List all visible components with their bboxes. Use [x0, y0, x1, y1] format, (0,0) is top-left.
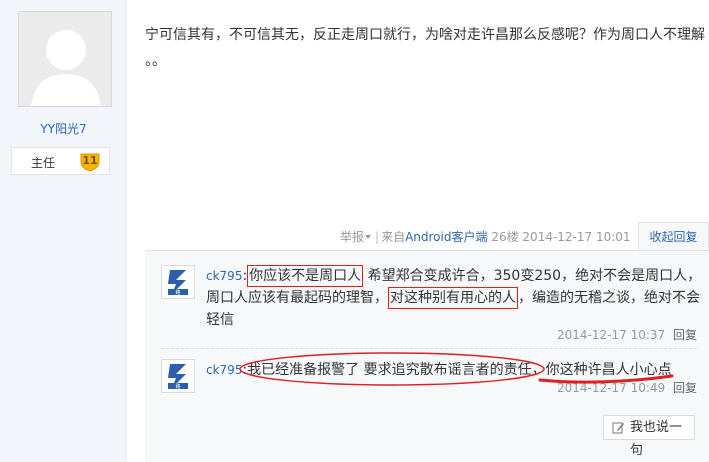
rank-label: 主任	[31, 156, 56, 170]
from-prefix: 来自	[381, 230, 406, 244]
pen-icon	[612, 422, 624, 434]
report-link[interactable]: 举报	[340, 230, 373, 244]
user-sidebar: YY阳光7 主任 11	[0, 0, 127, 462]
reply-list: 路 ck795: 你应该不是周口人 希望郑合变成许合，350变250，绝对不会是周…	[145, 250, 709, 462]
post-meta: 举报 | 来自Android客户端 26楼 2014-12-17 10:01	[340, 230, 631, 244]
svg-text:路: 路	[175, 383, 180, 390]
level-badge-icon: 11	[79, 150, 101, 172]
client-link[interactable]: Android客户端	[405, 230, 487, 244]
reply-avatar[interactable]: 路	[161, 359, 195, 393]
post-time: 2014-12-17 10:01	[522, 230, 631, 244]
reply-text: 我已经准备报警了 要求追究散布谣言者的责任，	[247, 362, 546, 378]
reply-time: 2014-12-17 10:37	[557, 328, 666, 342]
level-number: 11	[82, 154, 98, 167]
highlighted-phrase: 你应该不是周口人	[247, 265, 364, 287]
reply-divider	[161, 348, 697, 349]
reply-button[interactable]: 回复	[673, 381, 697, 395]
reply-username[interactable]: ck795	[206, 269, 242, 283]
reply-button[interactable]: 回复	[673, 328, 697, 342]
username-link[interactable]: YY阳光7	[0, 120, 127, 137]
reply-time: 2014-12-17 10:49	[557, 381, 666, 395]
reply-content: ck795:我已经准备报警了 要求追究散布谣言者的责任，你这种许昌人小心点	[206, 359, 706, 381]
reply-footer: 2014-12-17 10:49 回复	[557, 379, 697, 396]
user-rank: 主任 11	[11, 147, 110, 175]
reply-username[interactable]: ck795	[206, 363, 242, 377]
post-text-line1: 宁可信其有，不可信其无，反正走周口就行，为啥对走许昌那么反感呢？作为周口人不理解	[145, 27, 705, 43]
reply-avatar[interactable]: 路	[161, 265, 195, 299]
default-avatar-icon	[19, 12, 111, 106]
collapse-replies-button[interactable]: 收起回复	[638, 222, 709, 250]
reply-content: ck795: 你应该不是周口人 希望郑合变成许合，350变250，绝对不会是周口人…	[206, 265, 706, 331]
say-something-button[interactable]: 我也说一句	[603, 415, 695, 458]
post-content: 宁可信其有，不可信其无，反正走周口就行，为啥对走许昌那么反感呢？作为周口人不理解…	[145, 22, 709, 74]
user-avatar[interactable]	[18, 11, 112, 107]
underlined-phrase: 你这种许昌人小心点	[545, 362, 672, 378]
caret-down-icon	[365, 234, 372, 239]
svg-text:路: 路	[175, 289, 180, 296]
floor-number: 26楼	[491, 230, 519, 244]
ck795-avatar-icon: 路	[162, 360, 194, 392]
ck795-avatar-icon: 路	[162, 266, 194, 298]
reply-footer: 2014-12-17 10:37 回复	[557, 326, 697, 343]
post-text-line2: 。。	[145, 53, 166, 69]
say-label: 我也说一句	[630, 420, 683, 458]
highlighted-phrase: 对这种别有用心的人	[388, 287, 518, 309]
